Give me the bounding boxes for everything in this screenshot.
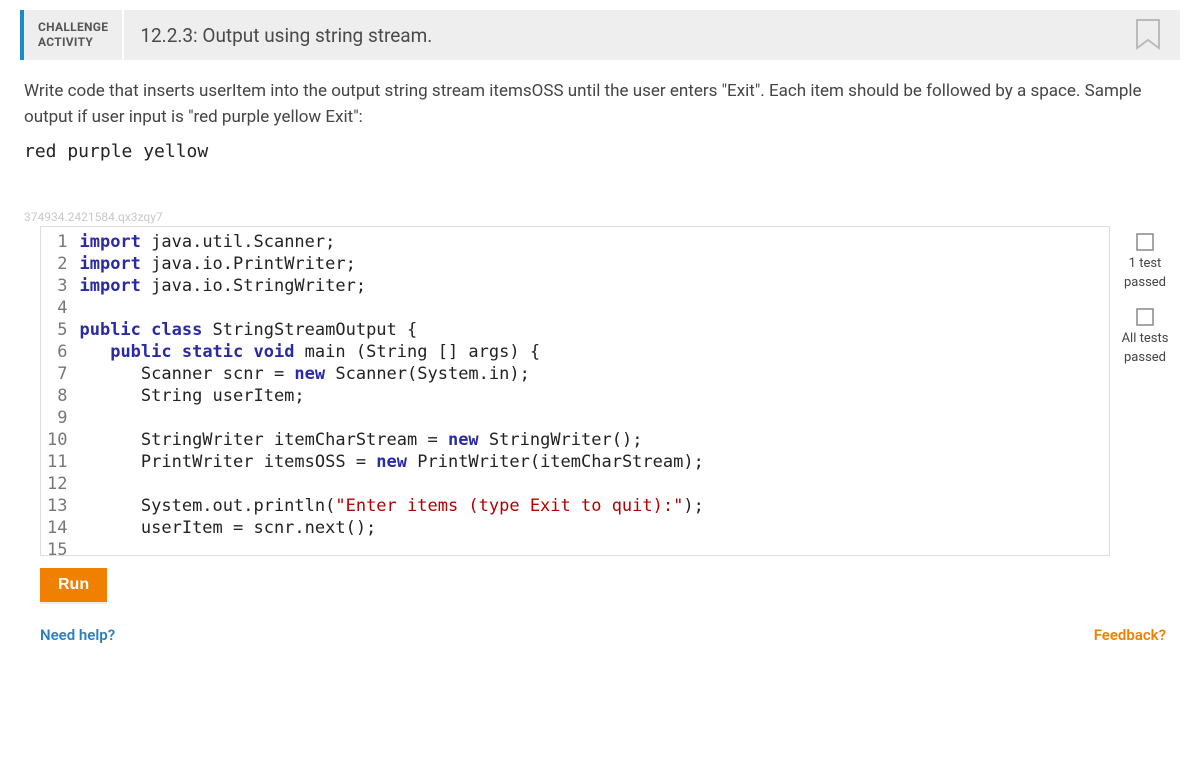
code-line[interactable] (79, 297, 703, 319)
challenge-header: CHALLENGE ACTIVITY 12.2.3: Output using … (20, 10, 1180, 60)
line-number: 7 (47, 363, 67, 385)
challenge-title: 12.2.3: Output using string stream. (124, 10, 1128, 60)
line-number: 14 (47, 517, 67, 539)
watermark-id: 374934.2421584.qx3zqy7 (0, 198, 1200, 226)
code-line[interactable]: import java.io.StringWriter; (79, 275, 703, 297)
status-all-tests: All tests passed (1122, 307, 1169, 366)
code-line[interactable]: Scanner scnr = new Scanner(System.in); (79, 363, 703, 385)
code-line[interactable] (79, 407, 703, 429)
line-number: 4 (47, 297, 67, 319)
run-button[interactable]: Run (40, 568, 107, 602)
line-number: 11 (47, 451, 67, 473)
line-number: 2 (47, 253, 67, 275)
code-line[interactable]: System.out.println("Enter items (type Ex… (79, 495, 703, 517)
code-content[interactable]: import java.util.Scanner;import java.io.… (77, 227, 711, 556)
status-one-test: 1 test passed (1124, 232, 1166, 291)
status-line: passed (1124, 350, 1166, 366)
status-line: 1 test (1129, 256, 1162, 272)
line-number: 15 (47, 539, 67, 556)
status-line: passed (1124, 275, 1166, 291)
line-number: 5 (47, 319, 67, 341)
code-line[interactable] (79, 473, 703, 495)
test-status-column: 1 test passed All tests passed (1110, 226, 1180, 366)
code-line[interactable]: import java.util.Scanner; (79, 231, 703, 253)
code-line[interactable]: StringWriter itemCharStream = new String… (79, 429, 703, 451)
line-number-gutter: 123456789101112131415 (41, 227, 77, 556)
line-number: 10 (47, 429, 67, 451)
code-line[interactable]: userItem = scnr.next(); (79, 517, 703, 539)
status-line: All tests (1122, 331, 1169, 347)
code-line[interactable]: PrintWriter itemsOSS = new PrintWriter(i… (79, 451, 703, 473)
line-number: 9 (47, 407, 67, 429)
bookmark-button[interactable] (1128, 10, 1180, 60)
code-line[interactable]: import java.io.PrintWriter; (79, 253, 703, 275)
feedback-link[interactable]: Feedback? (1094, 626, 1166, 644)
line-number: 8 (47, 385, 67, 407)
badge-line-1: CHALLENGE (38, 20, 108, 35)
instructions-text: Write code that inserts userItem into th… (0, 60, 1200, 135)
checkbox-icon (1135, 232, 1155, 252)
checkbox-icon (1135, 307, 1155, 327)
line-number: 6 (47, 341, 67, 363)
bookmark-icon (1134, 18, 1162, 52)
line-number: 13 (47, 495, 67, 517)
sample-output: red purple yellow (0, 135, 1200, 198)
code-line[interactable] (79, 539, 703, 556)
line-number: 3 (47, 275, 67, 297)
need-help-link[interactable]: Need help? (40, 626, 115, 644)
code-line[interactable]: public class StringStreamOutput { (79, 319, 703, 341)
code-editor[interactable]: 123456789101112131415 import java.util.S… (40, 226, 1110, 556)
challenge-badge: CHALLENGE ACTIVITY (24, 10, 124, 60)
code-line[interactable]: public static void main (String [] args)… (79, 341, 703, 363)
line-number: 12 (47, 473, 67, 495)
badge-line-2: ACTIVITY (38, 35, 108, 50)
code-line[interactable]: String userItem; (79, 385, 703, 407)
line-number: 1 (47, 231, 67, 253)
